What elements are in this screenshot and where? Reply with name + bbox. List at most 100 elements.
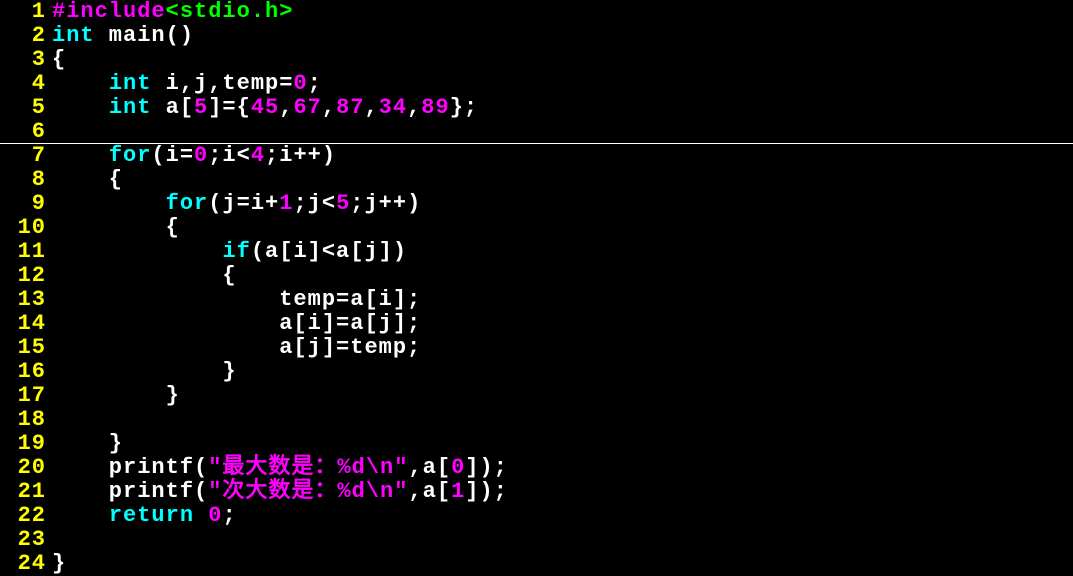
code-line[interactable]: 11 if(a[i]<a[j]) [0,240,1073,264]
token-id: ,a[ [408,455,451,480]
token-id: ;j++) [350,191,421,216]
code-line[interactable]: 8 { [0,168,1073,192]
code-line[interactable]: 4 int i,j,temp=0; [0,72,1073,96]
token-kw: for [166,191,209,216]
code-content[interactable]: { [52,48,1073,72]
token-num: 4 [251,143,265,168]
code-line[interactable]: 2int main() [0,24,1073,48]
code-line[interactable]: 20 printf("最大数是：%d\n",a[0]); [0,456,1073,480]
code-line[interactable]: 15 a[j]=temp; [0,336,1073,360]
code-content[interactable]: a[j]=temp; [52,336,1073,360]
code-content[interactable]: { [52,264,1073,288]
code-line[interactable]: 12 { [0,264,1073,288]
token-kw: for [109,143,152,168]
code-content[interactable]: int i,j,temp=0; [52,72,1073,96]
code-line[interactable]: 19 } [0,432,1073,456]
token-id: ; [308,71,322,96]
code-content[interactable]: #include<stdio.h> [52,0,1073,24]
token-id: a[i]=a[j]; [52,311,421,336]
token-id [52,239,222,264]
token-id: } [52,431,123,456]
code-content[interactable] [52,120,1073,144]
token-id: , [407,95,421,120]
token-num: 67 [293,95,321,120]
code-content[interactable]: int a[5]={45,67,87,34,89}; [52,96,1073,120]
token-num: 0 [208,503,222,528]
token-num: 5 [336,191,350,216]
code-content[interactable]: int main() [52,24,1073,48]
token-str: "次大数是：%d\n" [208,479,408,504]
code-content[interactable]: } [52,384,1073,408]
line-number: 9 [0,192,52,216]
code-content[interactable] [52,528,1073,552]
code-line[interactable]: 17 } [0,384,1073,408]
code-line[interactable]: 10 { [0,216,1073,240]
code-line[interactable]: 9 for(j=i+1;j<5;j++) [0,192,1073,216]
token-num: 34 [379,95,407,120]
line-number: 5 [0,96,52,120]
token-id: main() [95,23,194,48]
token-id [52,503,109,528]
code-content[interactable]: for(j=i+1;j<5;j++) [52,192,1073,216]
cursor-line-indicator [0,143,1073,144]
code-content[interactable]: } [52,432,1073,456]
code-line[interactable]: 7 for(i=0;i<4;i++) [0,144,1073,168]
line-number: 20 [0,456,52,480]
code-editor[interactable]: 1#include<stdio.h>2int main()3{4 int i,j… [0,0,1073,576]
code-line[interactable]: 23 [0,528,1073,552]
code-content[interactable]: } [52,360,1073,384]
code-content[interactable]: } [52,552,1073,576]
code-content[interactable]: temp=a[i]; [52,288,1073,312]
token-id: ,a[ [408,479,451,504]
code-line[interactable]: 6 [0,120,1073,144]
line-number: 7 [0,144,52,168]
code-line[interactable]: 22 return 0; [0,504,1073,528]
token-id: printf( [52,455,208,480]
code-content[interactable]: printf("次大数是：%d\n",a[1]); [52,480,1073,504]
token-pp: #include [52,0,166,24]
token-id: ]); [465,479,508,504]
line-number: 24 [0,552,52,576]
token-id: (j=i+ [208,191,279,216]
line-number: 11 [0,240,52,264]
token-num: 5 [194,95,208,120]
code-content[interactable]: if(a[i]<a[j]) [52,240,1073,264]
code-line[interactable]: 1#include<stdio.h> [0,0,1073,24]
code-content[interactable]: { [52,216,1073,240]
line-number: 1 [0,0,52,24]
code-line[interactable]: 18 [0,408,1073,432]
token-id [52,95,109,120]
token-kw: int [52,23,95,48]
line-number: 3 [0,48,52,72]
token-id: { [52,263,237,288]
token-num: 89 [421,95,449,120]
line-number: 22 [0,504,52,528]
code-line[interactable]: 21 printf("次大数是：%d\n",a[1]); [0,480,1073,504]
line-number: 15 [0,336,52,360]
token-kw: int [109,95,152,120]
code-line[interactable]: 14 a[i]=a[j]; [0,312,1073,336]
code-content[interactable]: { [52,168,1073,192]
line-number: 8 [0,168,52,192]
code-content[interactable]: printf("最大数是：%d\n",a[0]); [52,456,1073,480]
token-id: }; [450,95,478,120]
code-content[interactable]: return 0; [52,504,1073,528]
code-line[interactable]: 3{ [0,48,1073,72]
line-number: 2 [0,24,52,48]
token-num: 45 [251,95,279,120]
token-id: , [322,95,336,120]
code-content[interactable] [52,408,1073,432]
code-line[interactable]: 5 int a[5]={45,67,87,34,89}; [0,96,1073,120]
token-kw: int [109,71,152,96]
token-id: { [52,215,180,240]
code-line[interactable]: 13 temp=a[i]; [0,288,1073,312]
code-content[interactable]: a[i]=a[j]; [52,312,1073,336]
line-number: 14 [0,312,52,336]
token-kw: return [109,503,194,528]
code-line[interactable]: 24} [0,552,1073,576]
code-content[interactable]: for(i=0;i<4;i++) [52,144,1073,168]
line-number: 23 [0,528,52,552]
token-id: ; [222,503,236,528]
code-line[interactable]: 16 } [0,360,1073,384]
token-id: a[ [151,95,194,120]
